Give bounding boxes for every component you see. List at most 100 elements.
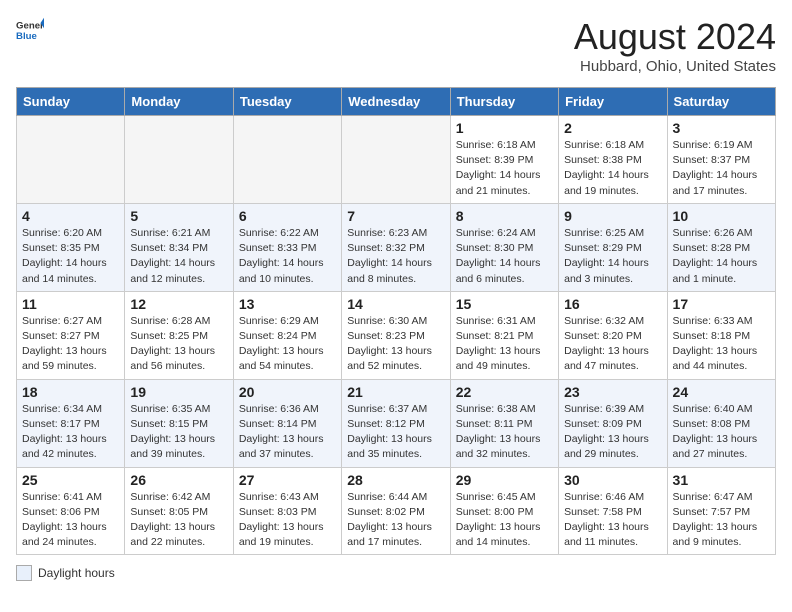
generalblue-logo-icon: General Blue (16, 16, 44, 44)
day-number: 24 (673, 384, 770, 400)
day-info: Sunrise: 6:34 AMSunset: 8:17 PMDaylight:… (22, 402, 119, 463)
day-info: Sunrise: 6:33 AMSunset: 8:18 PMDaylight:… (673, 314, 770, 375)
day-header-wednesday: Wednesday (342, 88, 450, 116)
calendar-week-row: 25 Sunrise: 6:41 AMSunset: 8:06 PMDayligh… (17, 467, 776, 555)
svg-text:General: General (16, 20, 44, 31)
day-number: 8 (456, 208, 553, 224)
day-info: Sunrise: 6:38 AMSunset: 8:11 PMDaylight:… (456, 402, 553, 463)
daylight-label: Daylight hours (38, 566, 115, 580)
day-info: Sunrise: 6:47 AMSunset: 7:57 PMDaylight:… (673, 490, 770, 551)
calendar-cell: 22 Sunrise: 6:38 AMSunset: 8:11 PMDayligh… (450, 379, 558, 467)
calendar-cell: 1 Sunrise: 6:18 AMSunset: 8:39 PMDaylight… (450, 116, 558, 204)
day-number: 25 (22, 472, 119, 488)
calendar-cell: 7Sunrise: 6:23 AMSunset: 8:32 PMDaylight… (342, 203, 450, 291)
day-info: Sunrise: 6:36 AMSunset: 8:14 PMDaylight:… (239, 402, 336, 463)
calendar-title: August 2024 (574, 16, 776, 58)
day-info: Sunrise: 6:40 AMSunset: 8:08 PMDaylight:… (673, 402, 770, 463)
day-number: 19 (130, 384, 227, 400)
svg-text:Blue: Blue (16, 31, 37, 42)
day-number: 20 (239, 384, 336, 400)
calendar-cell: 3 Sunrise: 6:19 AMSunset: 8:37 PMDaylight… (667, 116, 775, 204)
day-number: 4 (22, 208, 119, 224)
day-header-tuesday: Tuesday (233, 88, 341, 116)
day-info: Sunrise: 6:41 AMSunset: 8:06 PMDaylight:… (22, 490, 119, 551)
day-number: 13 (239, 296, 336, 312)
calendar-cell: 12 Sunrise: 6:28 AMSunset: 8:25 PMDayligh… (125, 291, 233, 379)
calendar-cell: 25 Sunrise: 6:41 AMSunset: 8:06 PMDayligh… (17, 467, 125, 555)
day-info: Sunrise: 6:30 AMSunset: 8:23 PMDaylight:… (347, 314, 444, 375)
day-number: 11 (22, 296, 119, 312)
calendar-cell: 4 Sunrise: 6:20 AMSunset: 8:35 PMDaylight… (17, 203, 125, 291)
day-number: 7 (347, 208, 444, 224)
calendar-subtitle: Hubbard, Ohio, United States (574, 58, 776, 75)
calendar-table: SundayMondayTuesdayWednesdayThursdayFrid… (16, 87, 776, 555)
calendar-cell: 17 Sunrise: 6:33 AMSunset: 8:18 PMDayligh… (667, 291, 775, 379)
day-number: 15 (456, 296, 553, 312)
day-info: Sunrise: 6:44 AMSunset: 8:02 PMDaylight:… (347, 490, 444, 551)
day-info: Sunrise: 6:26 AMSunset: 8:28 PMDaylight:… (673, 226, 770, 287)
day-info: Sunrise: 6:19 AMSunset: 8:37 PMDaylight:… (673, 138, 770, 199)
calendar-cell: 31 Sunrise: 6:47 AMSunset: 7:57 PMDayligh… (667, 467, 775, 555)
day-info: Sunrise: 6:18 AMSunset: 8:39 PMDaylight:… (456, 138, 553, 199)
day-number: 21 (347, 384, 444, 400)
calendar-cell: 10Sunrise: 6:26 AMSunset: 8:28 PMDayligh… (667, 203, 775, 291)
calendar-cell: 6Sunrise: 6:22 AMSunset: 8:33 PMDaylight… (233, 203, 341, 291)
calendar-cell: 18 Sunrise: 6:34 AMSunset: 8:17 PMDayligh… (17, 379, 125, 467)
calendar-cell: 21 Sunrise: 6:37 AMSunset: 8:12 PMDayligh… (342, 379, 450, 467)
calendar-cell: 30Sunrise: 6:46 AMSunset: 7:58 PMDayligh… (559, 467, 667, 555)
day-number: 28 (347, 472, 444, 488)
day-number: 1 (456, 120, 553, 136)
day-number: 14 (347, 296, 444, 312)
calendar-week-row: 11 Sunrise: 6:27 AMSunset: 8:27 PMDayligh… (17, 291, 776, 379)
calendar-week-row: 1 Sunrise: 6:18 AMSunset: 8:39 PMDaylight… (17, 116, 776, 204)
day-info: Sunrise: 6:21 AMSunset: 8:34 PMDaylight:… (130, 226, 227, 287)
day-info: Sunrise: 6:32 AMSunset: 8:20 PMDaylight:… (564, 314, 661, 375)
day-number: 26 (130, 472, 227, 488)
day-info: Sunrise: 6:27 AMSunset: 8:27 PMDaylight:… (22, 314, 119, 375)
day-info: Sunrise: 6:24 AMSunset: 8:30 PMDaylight:… (456, 226, 553, 287)
calendar-cell: 19 Sunrise: 6:35 AMSunset: 8:15 PMDayligh… (125, 379, 233, 467)
day-number: 3 (673, 120, 770, 136)
day-info: Sunrise: 6:46 AMSunset: 7:58 PMDaylight:… (564, 490, 661, 551)
day-info: Sunrise: 6:25 AMSunset: 8:29 PMDaylight:… (564, 226, 661, 287)
calendar-cell (125, 116, 233, 204)
calendar-cell: 11 Sunrise: 6:27 AMSunset: 8:27 PMDayligh… (17, 291, 125, 379)
calendar-cell (342, 116, 450, 204)
calendar-week-row: 4 Sunrise: 6:20 AMSunset: 8:35 PMDaylight… (17, 203, 776, 291)
calendar-cell: 15 Sunrise: 6:31 AMSunset: 8:21 PMDayligh… (450, 291, 558, 379)
day-number: 17 (673, 296, 770, 312)
calendar-cell: 5Sunrise: 6:21 AMSunset: 8:34 PMDaylight… (125, 203, 233, 291)
calendar-cell (17, 116, 125, 204)
calendar-cell: 23Sunrise: 6:39 AMSunset: 8:09 PMDayligh… (559, 379, 667, 467)
day-header-friday: Friday (559, 88, 667, 116)
day-info: Sunrise: 6:28 AMSunset: 8:25 PMDaylight:… (130, 314, 227, 375)
day-info: Sunrise: 6:35 AMSunset: 8:15 PMDaylight:… (130, 402, 227, 463)
day-info: Sunrise: 6:37 AMSunset: 8:12 PMDaylight:… (347, 402, 444, 463)
calendar-cell: 16Sunrise: 6:32 AMSunset: 8:20 PMDayligh… (559, 291, 667, 379)
header: General Blue August 2024 Hubbard, Ohio, … (16, 16, 776, 75)
day-number: 31 (673, 472, 770, 488)
calendar-cell: 9 Sunrise: 6:25 AMSunset: 8:29 PMDaylight… (559, 203, 667, 291)
daylight-box-icon (16, 565, 32, 581)
day-number: 22 (456, 384, 553, 400)
day-header-sunday: Sunday (17, 88, 125, 116)
day-info: Sunrise: 6:18 AMSunset: 8:38 PMDaylight:… (564, 138, 661, 199)
day-number: 9 (564, 208, 661, 224)
day-header-saturday: Saturday (667, 88, 775, 116)
day-info: Sunrise: 6:29 AMSunset: 8:24 PMDaylight:… (239, 314, 336, 375)
day-info: Sunrise: 6:42 AMSunset: 8:05 PMDaylight:… (130, 490, 227, 551)
day-info: Sunrise: 6:20 AMSunset: 8:35 PMDaylight:… (22, 226, 119, 287)
day-header-monday: Monday (125, 88, 233, 116)
day-number: 12 (130, 296, 227, 312)
calendar-cell: 2Sunrise: 6:18 AMSunset: 8:38 PMDaylight… (559, 116, 667, 204)
logo: General Blue (16, 16, 44, 44)
calendar-cell: 26 Sunrise: 6:42 AMSunset: 8:05 PMDayligh… (125, 467, 233, 555)
calendar-cell (233, 116, 341, 204)
footer-note: Daylight hours (16, 565, 776, 581)
day-number: 6 (239, 208, 336, 224)
calendar-cell: 14 Sunrise: 6:30 AMSunset: 8:23 PMDayligh… (342, 291, 450, 379)
day-number: 27 (239, 472, 336, 488)
day-info: Sunrise: 6:31 AMSunset: 8:21 PMDaylight:… (456, 314, 553, 375)
calendar-week-row: 18 Sunrise: 6:34 AMSunset: 8:17 PMDayligh… (17, 379, 776, 467)
day-number: 18 (22, 384, 119, 400)
